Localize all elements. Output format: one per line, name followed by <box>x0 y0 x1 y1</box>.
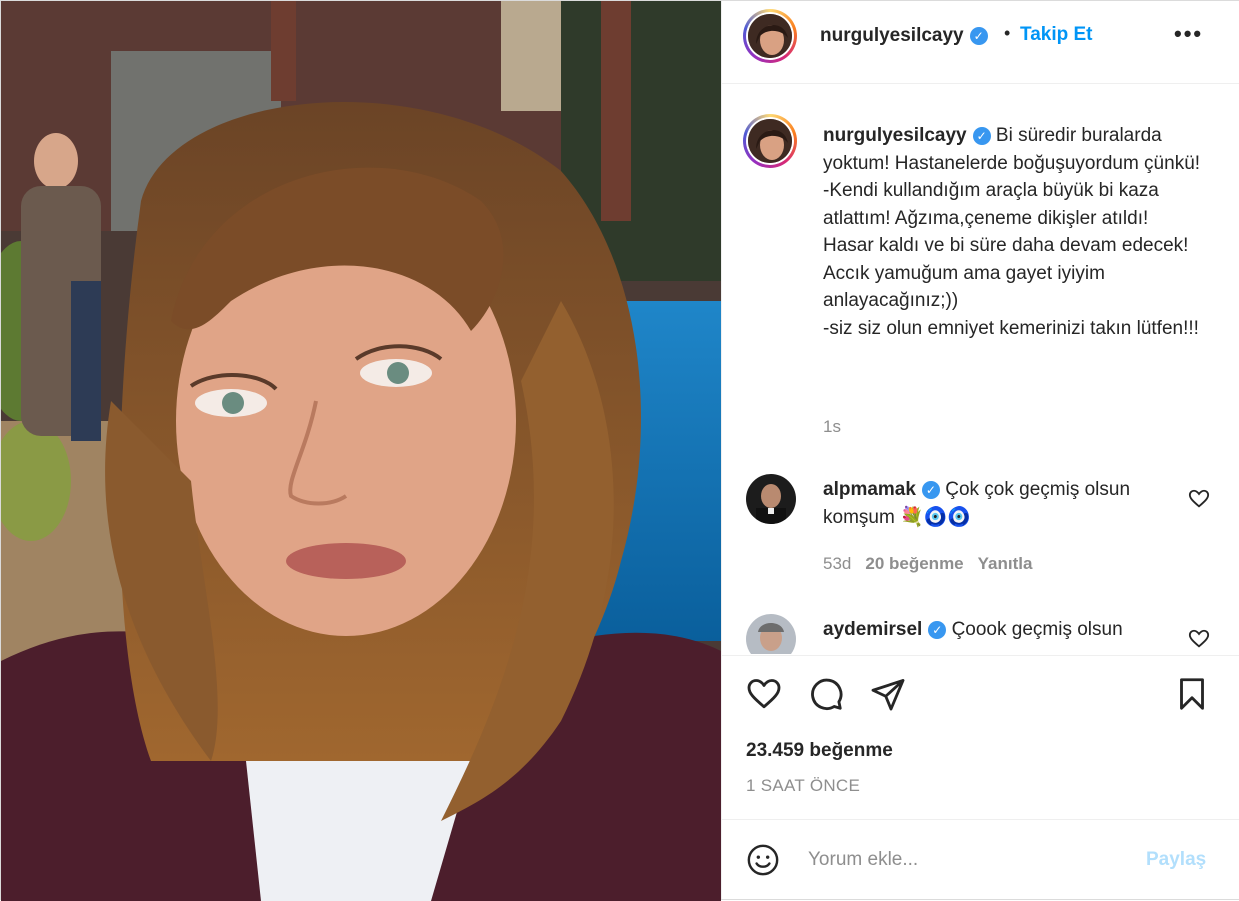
instagram-post: nurgulyesilcayy ✓ • Takip Et ••• nurguly… <box>0 0 1239 901</box>
verified-badge-icon: ✓ <box>972 126 991 145</box>
heart-icon[interactable] <box>746 676 782 712</box>
commenter-avatar[interactable] <box>746 614 796 654</box>
comment-time[interactable]: 53d <box>823 554 851 573</box>
verified-badge-icon: ✓ <box>969 26 988 45</box>
action-bar: 23.459 beğenme 1 SAAT ÖNCE <box>722 655 1239 820</box>
comment-likes[interactable]: 20 beğenme <box>865 554 963 573</box>
caption-text: nurgulyesilcayy ✓ Bi süredir buralarda yo… <box>823 122 1203 342</box>
comment-composer: Paylaş <box>722 819 1239 900</box>
smiley-icon[interactable] <box>746 843 780 877</box>
bookmark-icon[interactable] <box>1174 676 1210 712</box>
caption-username[interactable]: nurgulyesilcayy <box>823 125 967 146</box>
heart-icon[interactable] <box>1188 628 1210 650</box>
caption-avatar[interactable] <box>743 114 797 168</box>
post-photo[interactable] <box>1 1 721 901</box>
selfie-image <box>1 1 721 901</box>
share-comment-button[interactable]: Paylaş <box>1146 849 1206 871</box>
heart-icon[interactable] <box>1188 488 1210 510</box>
commenter-username[interactable]: alpmamak <box>823 479 916 500</box>
commenter-username[interactable]: aydemirsel <box>823 619 922 640</box>
follow-button[interactable]: Takip Et <box>1020 24 1093 46</box>
avatar-image <box>746 474 796 524</box>
likes-count[interactable]: 23.459 beğenme <box>746 740 893 762</box>
post-time[interactable]: 1 SAAT ÖNCE <box>746 776 860 796</box>
comment-body: Çoook geçmiş olsun <box>951 619 1123 640</box>
comments-section[interactable]: nurgulyesilcayy ✓ Bi süredir buralarda yo… <box>722 84 1239 654</box>
verified-badge-icon: ✓ <box>928 620 947 639</box>
caption-time[interactable]: 1s <box>823 417 841 437</box>
comment-meta: 53d 20 beğenme Yanıtla <box>823 554 1032 574</box>
author-username[interactable]: nurgulyesilcayy ✓ <box>820 25 988 47</box>
reply-button[interactable]: Yanıtla <box>978 554 1033 573</box>
more-dots-icon[interactable]: ••• <box>1174 21 1203 47</box>
author-avatar[interactable] <box>743 9 797 63</box>
comment-bubble-icon[interactable] <box>808 676 844 712</box>
commenter-avatar[interactable] <box>746 474 796 524</box>
separator-dot: • <box>1004 23 1011 43</box>
comment-text: alpmamak ✓ Çok çok geçmiş olsun komşum 💐🧿… <box>823 476 1183 532</box>
avatar-image <box>748 14 792 58</box>
avatar-image <box>746 614 796 654</box>
comment-text: aydemirsel ✓ Çoook geçmiş olsun <box>823 616 1183 644</box>
verified-badge-icon: ✓ <box>921 480 940 499</box>
paper-plane-icon[interactable] <box>870 676 906 712</box>
post-side-panel: nurgulyesilcayy ✓ • Takip Et ••• nurguly… <box>721 1 1239 899</box>
author-username-text[interactable]: nurgulyesilcayy <box>820 25 964 46</box>
caption-body: Bi süredir buralarda yoktum! Hastanelerd… <box>823 125 1201 339</box>
comment-input[interactable] <box>806 842 1130 878</box>
avatar-image <box>748 119 792 163</box>
post-header: nurgulyesilcayy ✓ • Takip Et ••• <box>722 1 1239 84</box>
